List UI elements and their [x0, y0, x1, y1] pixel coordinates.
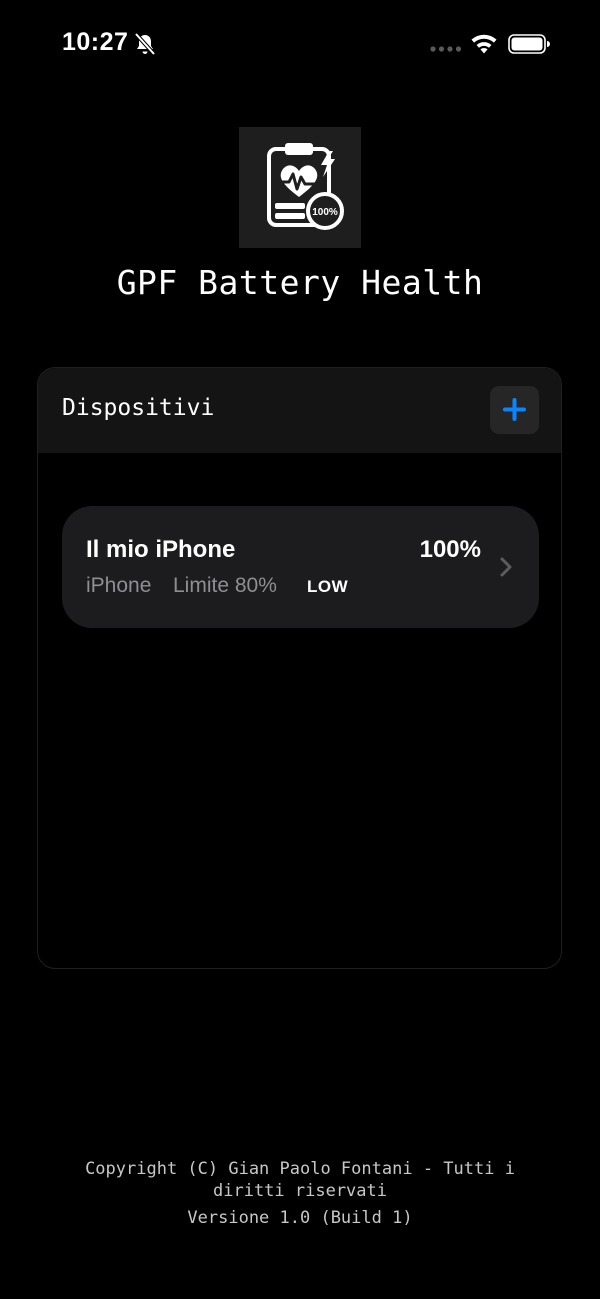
footer: Copyright (C) Gian Paolo Fontani - Tutti…	[0, 1158, 600, 1229]
battery-health-logo-icon: 100%	[267, 143, 344, 230]
status-bar: 10:27	[0, 0, 600, 90]
devices-panel-title: Dispositivi	[62, 395, 215, 421]
device-type: iPhone	[86, 574, 152, 597]
add-device-button[interactable]	[490, 386, 539, 434]
bell-slash-icon	[134, 32, 156, 56]
app-title: GPF Battery Health	[116, 263, 484, 302]
footer-version: Versione 1.0 (Build 1)	[187, 1208, 413, 1228]
signal-icon	[430, 46, 462, 52]
battery-icon	[508, 34, 550, 54]
footer-copyright: Copyright (C) Gian Paolo Fontani - Tutti…	[85, 1159, 515, 1201]
wifi-icon	[471, 34, 497, 54]
device-row[interactable]: Il mio iPhone 100% iPhone Limite 80% LOW	[62, 506, 539, 628]
device-mode-badge: LOW	[307, 577, 349, 596]
devices-panel: Dispositivi Il mio iPhone 100% iPhone Li…	[37, 367, 562, 969]
logo-badge-text: 100%	[312, 207, 338, 218]
chevron-right-icon	[500, 557, 512, 577]
device-name: Il mio iPhone	[86, 536, 236, 563]
app-logo: 100%	[239, 127, 361, 248]
device-battery-percent: 100%	[419, 536, 481, 563]
devices-panel-header: Dispositivi	[38, 368, 561, 453]
plus-icon	[503, 398, 526, 421]
device-charge-limit: Limite 80%	[173, 574, 277, 597]
status-time: 10:27	[62, 28, 129, 56]
